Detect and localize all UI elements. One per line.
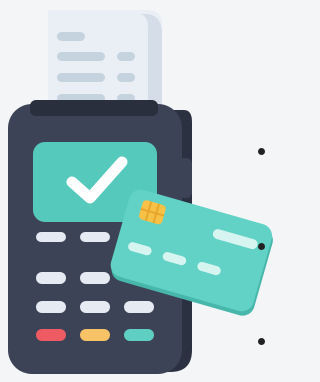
bullet-point <box>258 243 265 250</box>
keypad-key <box>80 301 110 313</box>
keypad-key <box>36 301 66 313</box>
keypad-key <box>36 272 66 284</box>
clear-key <box>80 329 110 341</box>
receipt-line <box>117 73 135 82</box>
keypad-key <box>80 272 110 284</box>
confirm-key <box>124 329 154 341</box>
receipt-line <box>57 73 105 82</box>
bullet-point <box>258 148 265 155</box>
receipt-line <box>117 52 135 61</box>
payment-illustration <box>0 0 277 377</box>
receipt-slot <box>30 100 158 116</box>
receipt-line <box>57 52 105 61</box>
keypad-key <box>36 232 66 242</box>
pos-terminal-illustration <box>8 10 273 374</box>
receipt-line <box>57 32 85 41</box>
bullet-point <box>258 338 265 345</box>
keypad-key <box>124 301 154 313</box>
keypad-key <box>80 232 110 242</box>
cancel-key <box>36 329 66 341</box>
